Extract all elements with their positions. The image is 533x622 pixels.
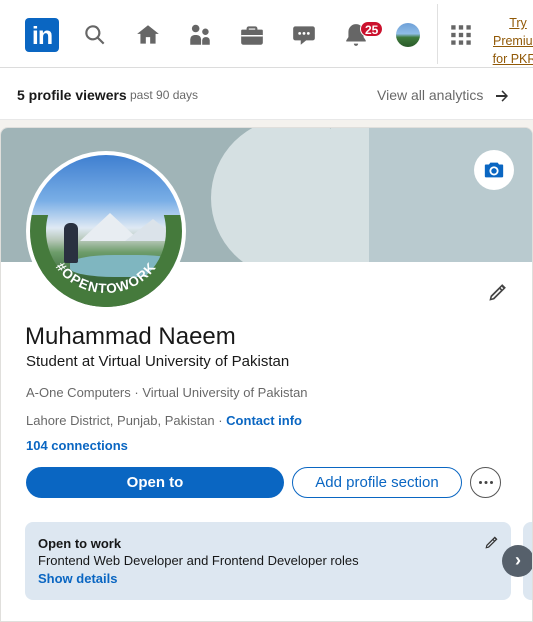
home-icon[interactable] [135, 22, 161, 48]
search-icon[interactable] [82, 22, 108, 48]
profile-viewers-period: past 90 days [130, 88, 199, 102]
my-network-icon[interactable] [187, 22, 213, 48]
arrow-right-icon[interactable] [494, 88, 510, 104]
top-nav: in 25 Try Premium for PKR0 [0, 0, 533, 68]
profile-card: #OPENTOWORK Muhammad Naeem Student at Vi… [0, 127, 533, 622]
more-actions-button[interactable] [470, 467, 501, 498]
try-premium-link[interactable]: Try Premium for PKR0 [488, 14, 533, 68]
contact-info-link[interactable]: Contact info [226, 413, 302, 428]
connections-link[interactable]: 104 connections [26, 438, 128, 453]
open-to-work-roles: Frontend Web Developer and Frontend Deve… [38, 553, 359, 568]
profile-viewers-bar: 5 profile viewers past 90 days View all … [0, 68, 533, 120]
location-separator: · [214, 413, 227, 428]
profile-photo[interactable]: #OPENTOWORK [26, 151, 186, 311]
premium-line-3: for PKR0 [492, 52, 533, 66]
camera-icon [484, 162, 504, 178]
profile-name: Muhammad Naeem [25, 323, 236, 350]
me-avatar[interactable] [396, 23, 420, 47]
edit-cover-camera-button[interactable] [474, 150, 514, 190]
work-grid-icon[interactable] [448, 22, 474, 48]
open-to-button[interactable]: Open to [26, 467, 284, 498]
show-details-link[interactable]: Show details [38, 571, 117, 586]
open-to-work-title: Open to work [38, 536, 122, 551]
cover-right-panel [369, 128, 532, 262]
carousel-next-button[interactable]: › [502, 545, 532, 577]
profile-viewers-count[interactable]: 5 profile viewers [17, 87, 127, 103]
frame-ring [30, 215, 182, 307]
linkedin-logo[interactable]: in [25, 18, 59, 52]
open-to-work-frame: #OPENTOWORK [30, 215, 182, 307]
profile-organizations: A-One Computers · Virtual University of … [26, 385, 308, 400]
open-to-work-card[interactable]: Open to work Frontend Web Developer and … [25, 522, 511, 600]
more-icon [479, 481, 493, 484]
jobs-icon[interactable] [239, 22, 265, 48]
edit-intro-pencil-icon[interactable] [486, 282, 508, 304]
add-profile-section-button[interactable]: Add profile section [292, 467, 462, 498]
profile-location: Lahore District, Punjab, Pakistan [26, 413, 215, 428]
nav-divider [437, 4, 438, 64]
profile-headline: Student at Virtual University of Pakista… [26, 353, 290, 370]
profile-location-line: Lahore District, Punjab, Pakistan · Cont… [26, 413, 302, 428]
view-all-analytics-link[interactable]: View all analytics [377, 87, 483, 103]
messaging-icon[interactable] [291, 22, 317, 48]
premium-line-2: Premium [492, 34, 533, 48]
notifications-badge: 25 [360, 21, 384, 37]
edit-open-to-work-pencil-icon[interactable] [483, 535, 499, 551]
cover-band-shape [331, 128, 371, 262]
premium-line-1: Try [509, 16, 527, 30]
